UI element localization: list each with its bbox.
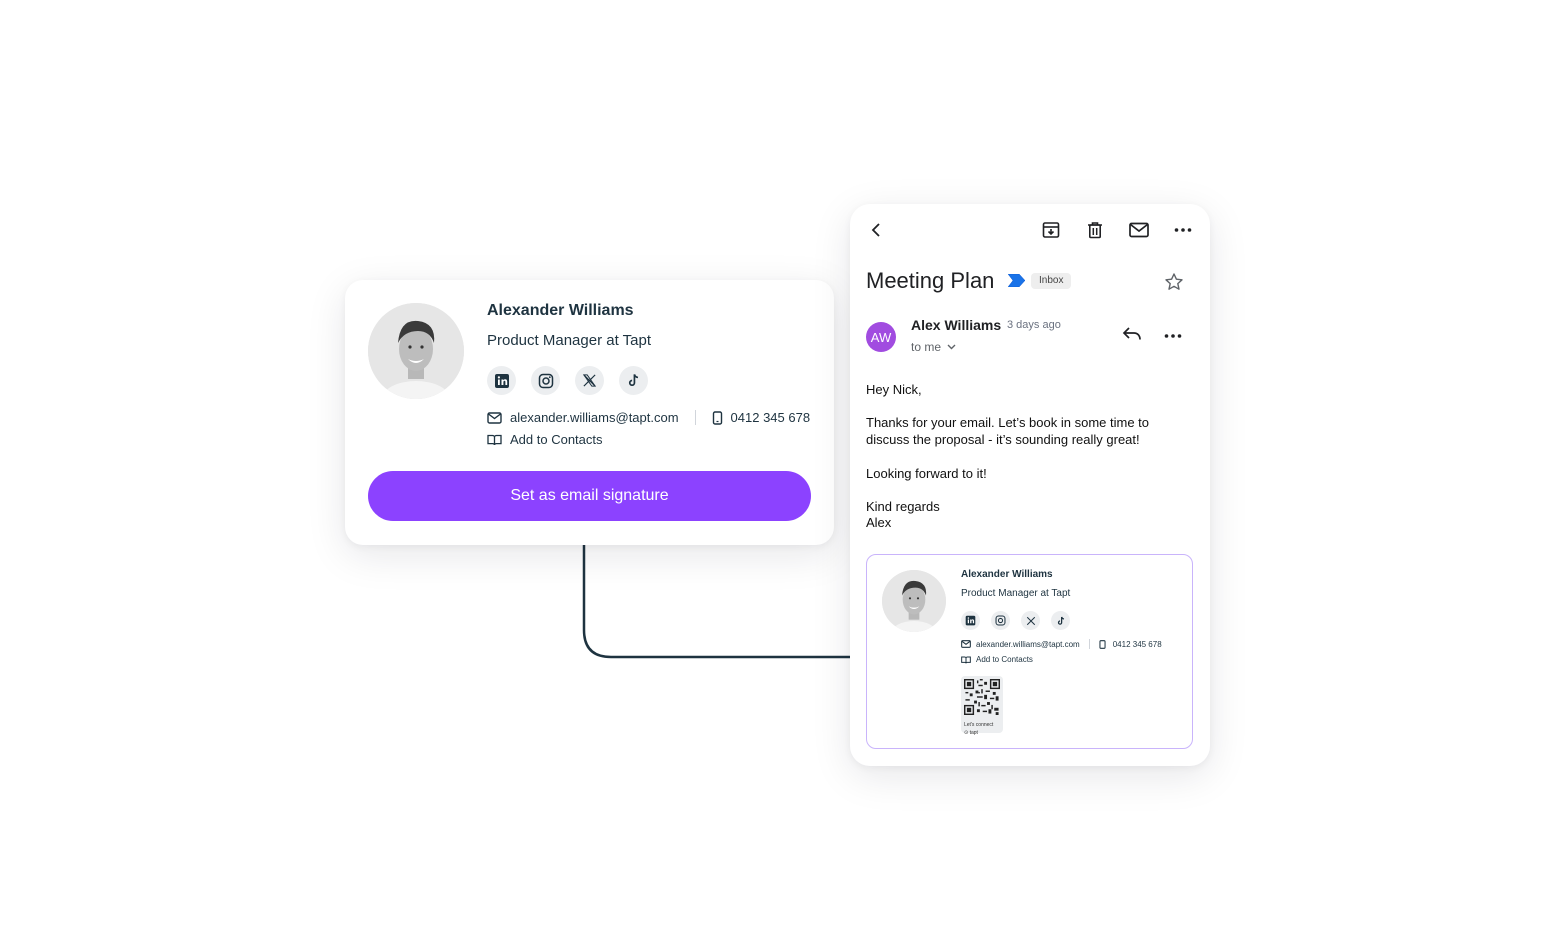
email-signature: Alexander Williams Product Manager at Ta…: [866, 554, 1193, 749]
tiktok-icon[interactable]: [1051, 611, 1070, 630]
add-contacts-row[interactable]: Add to Contacts: [487, 432, 603, 447]
tiktok-icon[interactable]: [619, 366, 648, 395]
contact-row: alexander.williams@tapt.com 0412 345 678: [487, 410, 810, 425]
signature-role: Product Manager at Tapt: [487, 332, 651, 349]
reply-icon[interactable]: [1122, 326, 1142, 342]
chevron-down-icon: [947, 344, 956, 350]
sender-name: Alex Williams: [911, 317, 1002, 333]
add-contacts-link[interactable]: Add to Contacts: [976, 655, 1033, 664]
instagram-icon[interactable]: [991, 611, 1010, 630]
email-signoff: Kind regards: [866, 499, 940, 514]
contact-row: alexander.williams@tapt.com 0412 345 678: [961, 639, 1162, 649]
label-important-icon: [1008, 274, 1025, 287]
email-greeting: Hey Nick,: [866, 382, 922, 397]
avatar: [882, 570, 946, 632]
signature-name: Alexander Williams: [961, 569, 1053, 580]
phone-icon: [1099, 639, 1106, 649]
qr-caption: Let's connect: [964, 722, 994, 728]
email-link[interactable]: alexander.williams@tapt.com: [976, 640, 1080, 649]
email-body-line: discuss the proposal - it’s sounding rea…: [866, 432, 1140, 447]
recipient-dropdown[interactable]: to me: [911, 340, 956, 354]
star-icon[interactable]: [1164, 272, 1184, 292]
divider: [694, 410, 696, 425]
social-links: [961, 611, 1070, 630]
signature-card: Alexander Williams Product Manager at Ta…: [345, 280, 834, 545]
mail-icon[interactable]: [1128, 219, 1150, 241]
phone-link[interactable]: 0412 345 678: [1113, 640, 1162, 649]
email-time: 3 days ago: [1007, 319, 1061, 331]
signature-role: Product Manager at Tapt: [961, 588, 1071, 599]
book-icon: [961, 656, 971, 663]
mail-icon: [487, 411, 502, 424]
email-subject: Meeting Plan: [866, 268, 995, 293]
divider: [1088, 639, 1090, 649]
email-panel: Meeting Plan Inbox AW Alex Williams 3 da…: [850, 204, 1210, 766]
qr-code: [964, 679, 1000, 715]
set-signature-button[interactable]: Set as email signature: [368, 471, 811, 521]
instagram-icon[interactable]: [531, 366, 560, 395]
phone-link[interactable]: 0412 345 678: [731, 410, 811, 425]
more-icon[interactable]: [1172, 219, 1194, 241]
linkedin-icon[interactable]: [961, 611, 980, 630]
x-icon[interactable]: [575, 366, 604, 395]
recipient-label: to me: [911, 340, 942, 354]
qr-code-card[interactable]: Let's connect ⊙ tapt: [961, 676, 1003, 736]
inbox-label[interactable]: Inbox: [1031, 273, 1072, 289]
x-icon[interactable]: [1021, 611, 1040, 630]
message-more-icon[interactable]: [1164, 326, 1182, 346]
delete-icon[interactable]: [1084, 219, 1106, 241]
back-icon[interactable]: [865, 219, 887, 241]
email-link[interactable]: alexander.williams@tapt.com: [510, 410, 679, 425]
email-body-line: Thanks for your email. Let’s book in som…: [866, 415, 1149, 430]
avatar: [368, 303, 464, 399]
phone-icon: [712, 410, 722, 425]
email-body-line: Looking forward to it!: [866, 466, 987, 481]
sender-avatar: AW: [866, 322, 896, 352]
social-links: [487, 366, 648, 395]
qr-brand: ⊙ tapt: [964, 730, 978, 736]
book-icon: [487, 434, 502, 445]
linkedin-icon[interactable]: [487, 366, 516, 395]
signature-name: Alexander Williams: [487, 302, 634, 319]
archive-icon[interactable]: [1040, 219, 1062, 241]
mail-icon: [961, 640, 971, 648]
add-contacts-row[interactable]: Add to Contacts: [961, 655, 1033, 664]
email-signer: Alex: [866, 515, 892, 530]
add-contacts-link[interactable]: Add to Contacts: [510, 432, 603, 447]
